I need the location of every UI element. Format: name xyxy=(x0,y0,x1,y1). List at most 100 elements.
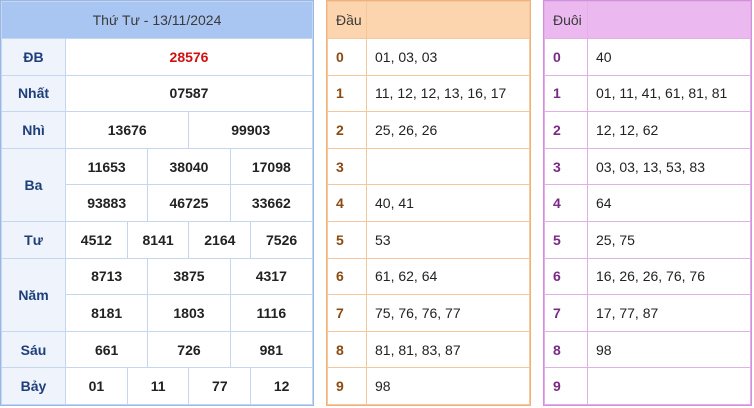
table-row: 9 xyxy=(544,367,751,405)
head-values xyxy=(366,147,530,186)
table-row: 3 03, 03, 13, 53, 83 xyxy=(544,147,751,186)
tail-digit: 9 xyxy=(544,367,588,405)
head-digit: 7 xyxy=(327,294,367,332)
table-row: 2 12, 12, 62 xyxy=(544,111,751,149)
tail-digit: 4 xyxy=(544,184,588,222)
table-row: 1 01, 11, 41, 61, 81, 81 xyxy=(544,74,751,113)
date-header: Thứ Tư - 13/11/2024 xyxy=(1,1,313,39)
sixth-prize-value: 726 xyxy=(147,330,231,369)
tail-values: 01, 11, 41, 61, 81, 81 xyxy=(587,74,751,113)
head-values: 61, 62, 64 xyxy=(366,257,530,296)
fifth-prize-value: 3875 xyxy=(147,257,231,296)
prize-label-bay: Bảy xyxy=(1,367,66,405)
table-row: 0 40 xyxy=(544,38,751,76)
tail-values: 16, 26, 26, 76, 76 xyxy=(587,257,751,296)
fifth-prize-value: 8713 xyxy=(64,257,149,296)
table-row: 6 61, 62, 64 xyxy=(327,257,530,296)
third-prize-value: 17098 xyxy=(229,147,314,186)
table-row: 3 xyxy=(327,147,530,186)
head-table-title: Đầu xyxy=(327,1,367,39)
tail-values: 12, 12, 62 xyxy=(587,111,751,149)
head-digit-table: Đầu 0 01, 03, 03 1 11, 12, 12, 13, 16, 17 … xyxy=(326,0,531,406)
prize-label-nhi: Nhì xyxy=(1,111,66,149)
second-prize-value: 99903 xyxy=(188,111,313,149)
tail-values: 40 xyxy=(587,38,751,76)
tail-values: 64 xyxy=(587,184,751,222)
table-row: 8 81, 81, 83, 87 xyxy=(327,330,530,369)
tail-values: 25, 75 xyxy=(587,220,751,259)
prize-label-tu: Tư xyxy=(1,220,66,259)
head-values: 25, 26, 26 xyxy=(366,111,530,149)
table-row: 6 16, 26, 26, 76, 76 xyxy=(544,257,751,296)
tail-values: 03, 03, 13, 53, 83 xyxy=(587,147,751,186)
fourth-prize-value: 8141 xyxy=(126,220,190,259)
table-row: 5 53 xyxy=(327,220,530,259)
sixth-prize-value: 981 xyxy=(229,330,314,369)
tail-digit: 1 xyxy=(544,74,588,113)
seventh-prize-value: 11 xyxy=(126,367,190,405)
tail-digit: 7 xyxy=(544,294,588,332)
table-row: 4 64 xyxy=(544,184,751,222)
head-digit: 9 xyxy=(327,367,367,405)
table-row: 8 98 xyxy=(544,330,751,369)
tail-digit: 2 xyxy=(544,111,588,149)
fourth-prize-value: 4512 xyxy=(65,220,128,259)
head-digit: 1 xyxy=(327,74,367,113)
tail-table-title: Đuôi xyxy=(544,1,588,39)
fourth-prize-value: 7526 xyxy=(250,220,313,259)
seventh-prize-value: 01 xyxy=(65,367,128,405)
tail-digit-table: Đuôi 0 40 1 01, 11, 41, 61, 81, 81 2 12, 12… xyxy=(543,0,752,406)
head-values: 53 xyxy=(366,220,530,259)
table-row: 4 40, 41 xyxy=(327,184,530,222)
fifth-prize-value: 8181 xyxy=(64,294,149,332)
head-values: 81, 81, 83, 87 xyxy=(366,330,530,369)
table-row: 9 98 xyxy=(327,367,530,405)
fifth-prize-value: 4317 xyxy=(229,257,314,296)
head-digit: 6 xyxy=(327,257,367,296)
head-values: 01, 03, 03 xyxy=(366,38,530,76)
fifth-prize-value: 1116 xyxy=(229,294,314,332)
table-row: 2 25, 26, 26 xyxy=(327,111,530,149)
tail-digit: 0 xyxy=(544,38,588,76)
tail-values: 98 xyxy=(587,330,751,369)
third-prize-value: 38040 xyxy=(147,147,231,186)
third-prize-value: 11653 xyxy=(64,147,149,186)
tail-digit: 8 xyxy=(544,330,588,369)
head-values: 75, 76, 76, 77 xyxy=(366,294,530,332)
sixth-prize-value: 661 xyxy=(64,330,149,369)
table-row: 7 17, 77, 87 xyxy=(544,294,751,332)
seventh-prize-value: 77 xyxy=(188,367,252,405)
head-digit: 2 xyxy=(327,111,367,149)
special-prize-value: 28576 xyxy=(65,38,313,76)
prize-label-sau: Sáu xyxy=(1,330,66,369)
head-digit: 4 xyxy=(327,184,367,222)
table-row: 7 75, 76, 76, 77 xyxy=(327,294,530,332)
fourth-prize-value: 2164 xyxy=(188,220,252,259)
second-prize-value: 13676 xyxy=(64,111,190,149)
head-digit: 5 xyxy=(327,220,367,259)
prize-label-nam: Năm xyxy=(1,257,66,332)
tail-digit: 6 xyxy=(544,257,588,296)
head-digit: 0 xyxy=(327,38,367,76)
prize-label-nhat: Nhất xyxy=(1,74,66,113)
tail-digit: 3 xyxy=(544,147,588,186)
head-values: 11, 12, 12, 13, 16, 17 xyxy=(366,74,530,113)
tail-values: 17, 77, 87 xyxy=(587,294,751,332)
table-row: 5 25, 75 xyxy=(544,220,751,259)
first-prize-value: 07587 xyxy=(65,74,313,113)
third-prize-value: 93883 xyxy=(64,184,149,222)
third-prize-value: 33662 xyxy=(229,184,314,222)
head-values: 40, 41 xyxy=(366,184,530,222)
fifth-prize-value: 1803 xyxy=(147,294,231,332)
head-digit: 3 xyxy=(327,147,367,186)
table-row: 0 01, 03, 03 xyxy=(327,38,530,76)
third-prize-value: 46725 xyxy=(147,184,231,222)
prize-label-db: ĐB xyxy=(1,38,66,76)
head-values: 98 xyxy=(366,367,530,405)
head-digit: 8 xyxy=(327,330,367,369)
table-row: 1 11, 12, 12, 13, 16, 17 xyxy=(327,74,530,113)
tail-digit: 5 xyxy=(544,220,588,259)
results-table: Thứ Tư - 13/11/2024 ĐB 28576 Nhất 07587 … xyxy=(0,0,314,406)
prize-label-ba: Ba xyxy=(1,147,66,222)
seventh-prize-value: 12 xyxy=(250,367,313,405)
